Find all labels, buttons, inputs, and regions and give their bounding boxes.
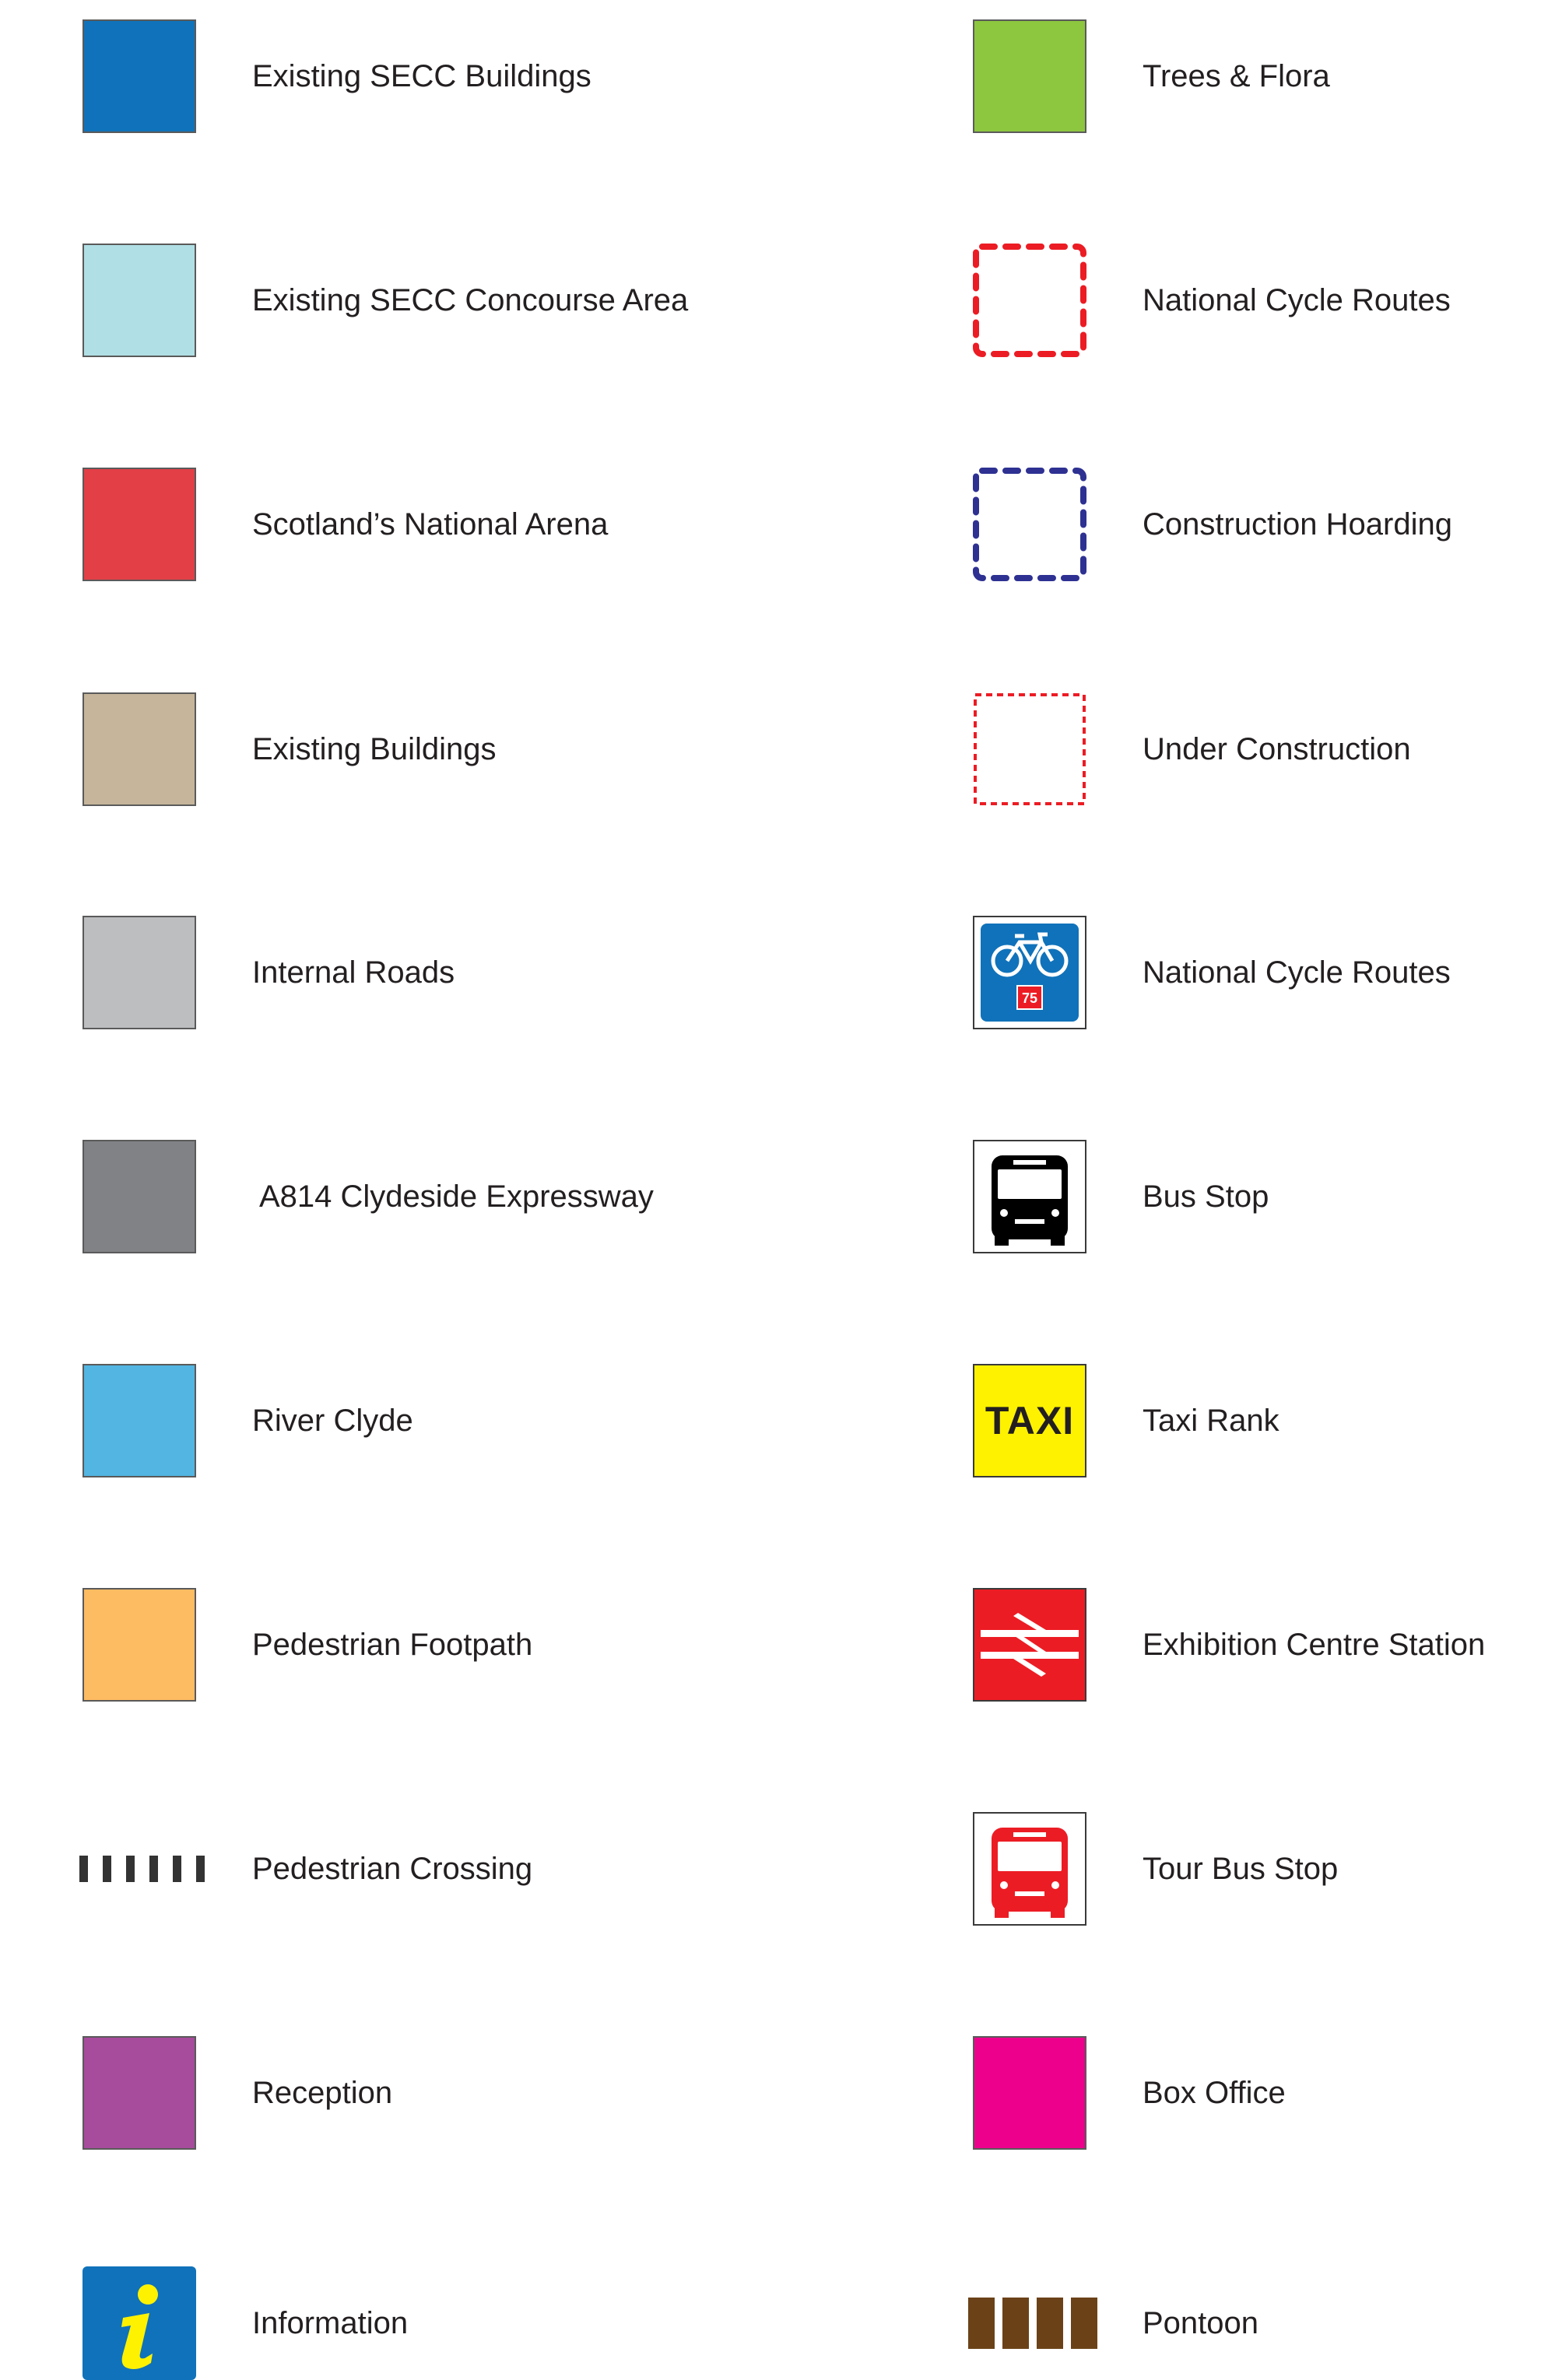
- swatch-pedestrian-footpath: [82, 1588, 196, 1702]
- legend-item-existing-buildings: Existing Buildings: [82, 692, 783, 806]
- legend-label: Taxi Rank: [1143, 1404, 1279, 1438]
- map-legend: Existing SECC Buildings Existing SECC Co…: [0, 0, 1548, 2380]
- legend-item-existing-secc-concourse-area: Existing SECC Concourse Area: [82, 244, 783, 357]
- legend-item-bus-stop: Bus Stop: [973, 1140, 1548, 1253]
- taxi-sign-icon: TAXI: [973, 1364, 1086, 1477]
- legend-label: National Cycle Routes: [1143, 283, 1451, 317]
- legend-label: Internal Roads: [252, 955, 455, 990]
- legend-item-pedestrian-crossing: Pedestrian Crossing: [79, 1812, 783, 1926]
- information-icon: [82, 2266, 196, 2380]
- legend-label: Information: [252, 2306, 409, 2340]
- crossing-stripes-icon: [79, 1856, 205, 1882]
- legend-item-pedestrian-footpath: Pedestrian Footpath: [82, 1588, 783, 1702]
- dotted-outline-icon: [973, 692, 1086, 806]
- legend-item-taxi-rank: TAXI Taxi Rank: [973, 1364, 1548, 1477]
- legend-label: Existing SECC Concourse Area: [252, 283, 689, 317]
- legend-label: Under Construction: [1143, 732, 1411, 766]
- swatch-reception: [82, 2036, 196, 2150]
- legend-item-reception: Reception: [82, 2036, 783, 2150]
- legend-label: Pedestrian Footpath: [252, 1628, 533, 1662]
- legend-item-scotlands-national-arena: Scotland’s National Arena: [82, 468, 783, 581]
- tour-bus-icon: [973, 1812, 1086, 1926]
- legend-label: Bus Stop: [1143, 1179, 1269, 1214]
- legend-label: Existing SECC Buildings: [252, 59, 591, 93]
- legend-item-internal-roads: Internal Roads: [82, 916, 783, 1029]
- legend-item-river-clyde: River Clyde: [82, 1364, 783, 1477]
- legend-item-tour-bus-stop: Tour Bus Stop: [973, 1812, 1548, 1926]
- taxi-sign-text: TAXI: [985, 1399, 1075, 1442]
- legend-label: Scotland’s National Arena: [252, 507, 609, 542]
- legend-label: Pedestrian Crossing: [252, 1852, 533, 1886]
- legend-item-national-cycle-routes-line: National Cycle Routes: [973, 244, 1548, 357]
- legend-item-information: Information: [82, 2266, 783, 2380]
- legend-label: Trees & Flora: [1143, 59, 1330, 93]
- legend-item-a814-clydeside-expressway: A814 Clydeside Expressway: [82, 1140, 783, 1253]
- cycle-route-number: 75: [1022, 990, 1037, 1006]
- swatch-existing-buildings: [82, 692, 196, 806]
- legend-item-under-construction: Under Construction: [973, 692, 1548, 806]
- legend-label: Construction Hoarding: [1143, 507, 1452, 542]
- legend-item-pontoon: Pontoon: [968, 2266, 1548, 2380]
- swatch-trees-flora: [973, 19, 1086, 133]
- swatch-internal-roads: [82, 916, 196, 1029]
- dashed-outline-icon: [973, 244, 1086, 357]
- legend-label: River Clyde: [252, 1404, 413, 1438]
- legend-item-national-cycle-routes-sign: 75 National Cycle Routes: [973, 916, 1548, 1029]
- legend-label: Reception: [252, 2076, 393, 2110]
- legend-label: Pontoon: [1143, 2306, 1259, 2340]
- legend-item-trees-flora: Trees & Flora: [973, 19, 1548, 133]
- dashed-outline-icon: [973, 468, 1086, 581]
- legend-label: Box Office: [1143, 2076, 1286, 2110]
- swatch-a814-clydeside-expressway: [82, 1140, 196, 1253]
- legend-item-box-office: Box Office: [973, 2036, 1548, 2150]
- legend-label: Exhibition Centre Station: [1143, 1628, 1486, 1662]
- bus-icon: [973, 1140, 1086, 1253]
- swatch-box-office: [973, 2036, 1086, 2150]
- legend-item-construction-hoarding: Construction Hoarding: [973, 468, 1548, 581]
- legend-label: National Cycle Routes: [1143, 955, 1451, 990]
- cycle-route-sign-icon: 75: [973, 916, 1086, 1029]
- legend-label: Tour Bus Stop: [1143, 1852, 1339, 1886]
- legend-label: A814 Clydeside Expressway: [259, 1179, 654, 1214]
- swatch-scotlands-national-arena: [82, 468, 196, 581]
- legend-item-exhibition-centre-station: Exhibition Centre Station: [973, 1588, 1548, 1702]
- rail-icon: [973, 1588, 1086, 1702]
- swatch-existing-secc-buildings: [82, 19, 196, 133]
- swatch-existing-secc-concourse-area: [82, 244, 196, 357]
- swatch-river-clyde: [82, 1364, 196, 1477]
- legend-item-existing-secc-buildings: Existing SECC Buildings: [82, 19, 783, 133]
- pontoon-icon: [968, 2298, 1100, 2349]
- legend-label: Existing Buildings: [252, 732, 497, 766]
